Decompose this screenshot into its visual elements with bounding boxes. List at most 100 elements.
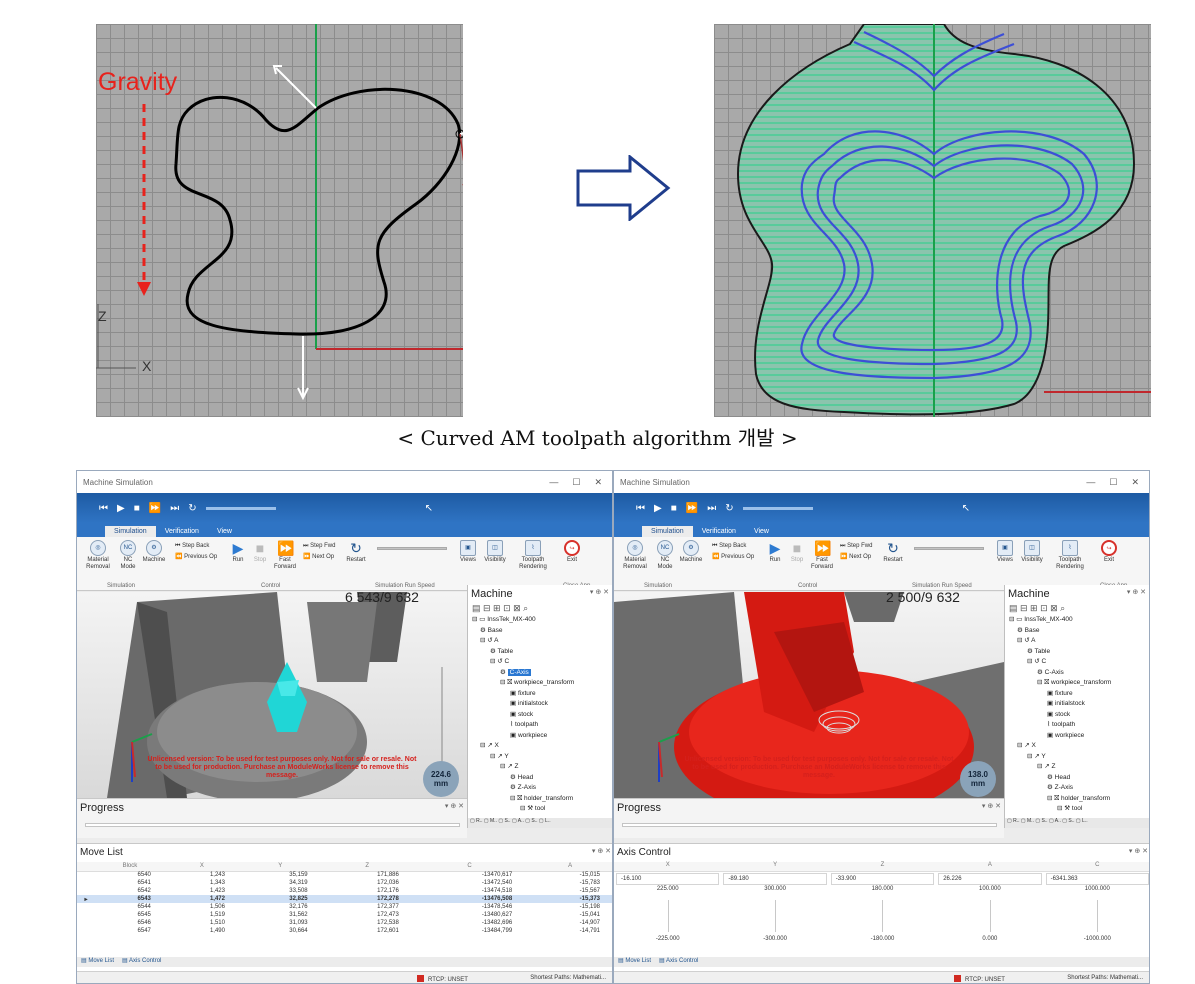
- table-row[interactable]: 6545 1,519 31,562 172,473 -13480,627 -15,041: [77, 911, 612, 919]
- tree-node[interactable]: ⊟ ↗ X: [472, 741, 612, 752]
- previous-op-button[interactable]: ⏪ Previous Op: [175, 553, 217, 560]
- progress-panel-menu-icon[interactable]: ▾ ⊕ ✕: [445, 802, 464, 814]
- tab-move-list[interactable]: ▤ Move List: [81, 957, 114, 967]
- toolpath-rendering-button[interactable]: ⌇ Toolpath Rendering: [1048, 540, 1092, 571]
- machine-button[interactable]: ⚙ Machine: [141, 540, 167, 564]
- tab-verification[interactable]: Verification: [156, 526, 208, 537]
- tree-node[interactable]: ⚙ Z-Axis: [472, 783, 612, 794]
- restart-icon[interactable]: ↻: [725, 503, 733, 514]
- axis-slider[interactable]: [614, 896, 721, 936]
- tree-node[interactable]: ⊟ ⛝ workpiece_transform: [472, 678, 612, 689]
- tree-node[interactable]: ⚙ Table: [1009, 647, 1149, 658]
- next-op-button[interactable]: ⏩ Next Op: [840, 553, 871, 560]
- axis-slider[interactable]: [829, 896, 936, 936]
- tree-node[interactable]: ▣ workpiece: [472, 731, 612, 742]
- tree-node[interactable]: ⊟ ↗ Z: [472, 762, 612, 773]
- machine-panel-tabs[interactable]: ▢ R.. ▢ M.. ▢ S.. ▢ A.. ▢ S.. ▢ L..: [468, 818, 612, 828]
- tree-node[interactable]: ⊟ ↺ A: [1009, 636, 1149, 647]
- table-row[interactable]: 6540 1,243 35,159 171,886 -13470,617 -15,015: [77, 871, 612, 879]
- axis-slider[interactable]: [1044, 896, 1149, 936]
- run-button[interactable]: ▶ Run: [229, 540, 247, 564]
- tree-node[interactable]: ⚙ Base: [1009, 626, 1149, 637]
- tree-node[interactable]: ⌇ toolpath: [1009, 720, 1149, 731]
- tree-node[interactable]: ⊟ ↗ X: [1009, 741, 1149, 752]
- tree-node[interactable]: ▣ fixture: [472, 689, 612, 700]
- restart-icon[interactable]: ↻: [188, 503, 196, 514]
- table-row[interactable]: 6546 1,510 31,093 172,538 -13482,696 -14,907: [77, 919, 612, 927]
- tab-axis-control[interactable]: ▤ Axis Control: [659, 957, 698, 967]
- progress-panel-menu-icon[interactable]: ▾ ⊕ ✕: [982, 802, 1001, 814]
- visibility-button[interactable]: ◫ Visibility: [481, 540, 509, 564]
- column-header[interactable]: C: [412, 862, 527, 872]
- speed-slider[interactable]: [205, 506, 276, 510]
- tree-node[interactable]: ▣ initialstock: [1009, 699, 1149, 710]
- panel-pin-icon[interactable]: ▾ ⊕ ✕: [1127, 588, 1146, 600]
- stop-icon[interactable]: ■: [134, 503, 140, 514]
- move-list-table[interactable]: Block X Y Z C A 6540 1,243 35,159 171,886 -1…: [77, 862, 612, 935]
- tree-node[interactable]: ▣ stock: [472, 710, 612, 721]
- table-row[interactable]: 6541 1,343 34,319 172,036 -13472,540 -15,783: [77, 879, 612, 887]
- restart-button[interactable]: ↻ Restart: [345, 540, 367, 564]
- tree-toolbar[interactable]: ▤ ⊟ ⊞ ⊡ ⊠ ⌕: [468, 603, 612, 615]
- run-speed-slider[interactable]: [914, 547, 984, 550]
- speed-slider[interactable]: [742, 506, 813, 510]
- column-header[interactable]: Block: [95, 862, 165, 872]
- skip-back-icon[interactable]: ⏮: [99, 503, 108, 514]
- column-header[interactable]: A: [526, 862, 612, 872]
- exit-button[interactable]: ↪ Exit: [1098, 540, 1120, 564]
- tree-node[interactable]: ▣ workpiece: [1009, 731, 1149, 742]
- tab-verification[interactable]: Verification: [693, 526, 745, 537]
- step-fwd-button[interactable]: ⏭ Step Fwd: [840, 543, 872, 550]
- tab-view[interactable]: View: [745, 526, 778, 537]
- tab-simulation[interactable]: Simulation: [105, 526, 156, 537]
- machine-panel-tabs[interactable]: ▢ R.. ▢ M.. ▢ S.. ▢ A.. ▢ S.. ▢ L..: [1005, 818, 1149, 828]
- tree-toolbar[interactable]: ▤ ⊟ ⊞ ⊡ ⊠ ⌕: [1005, 603, 1149, 615]
- step-fwd-button[interactable]: ⏭ Step Fwd: [303, 543, 335, 550]
- axis-value-field[interactable]: -16.100: [616, 873, 720, 885]
- skip-back-icon[interactable]: ⏮: [636, 503, 645, 514]
- axis-control-menu-icon[interactable]: ▾ ⊕ ✕: [1129, 847, 1148, 859]
- exit-button[interactable]: ↪ Exit: [561, 540, 583, 564]
- maximize-button[interactable]: ☐: [1109, 477, 1117, 488]
- machine-tree[interactable]: ⊟ ▭ InssTek_MX-400 ⚙ Base ⊟ ↺ A ⚙ Table …: [468, 615, 612, 815]
- views-button[interactable]: ▣ Views: [994, 540, 1016, 564]
- close-button[interactable]: ✕: [1131, 477, 1139, 488]
- table-row[interactable]: 6544 1,506 32,176 172,377 -13478,546 -15,198: [77, 903, 612, 911]
- skip-forward-icon[interactable]: ⏭: [170, 503, 179, 514]
- axis-value-field[interactable]: 26.226: [938, 873, 1042, 885]
- column-header[interactable]: X: [164, 862, 239, 872]
- stop-button[interactable]: ■ Stop: [251, 540, 269, 564]
- restart-button[interactable]: ↻ Restart: [882, 540, 904, 564]
- nc-mode-button[interactable]: NC NC Mode: [654, 540, 676, 571]
- tree-node[interactable]: ⌇ toolpath: [472, 720, 612, 731]
- tree-node[interactable]: ⚙ Table: [472, 647, 612, 658]
- stop-icon[interactable]: ■: [671, 503, 677, 514]
- tree-node[interactable]: ⊟ ▭ InssTek_MX-400: [472, 615, 612, 626]
- tree-node[interactable]: ⚙ C-Axis: [1009, 668, 1149, 679]
- previous-op-button[interactable]: ⏪ Previous Op: [712, 553, 754, 560]
- axis-value-field[interactable]: -6341.363: [1045, 873, 1149, 885]
- axis-slider[interactable]: [721, 896, 828, 936]
- column-header[interactable]: Z: [321, 862, 413, 872]
- tree-node[interactable]: ⊟ ↗ Z: [1009, 762, 1149, 773]
- tree-node[interactable]: ⊟ ↺ C: [1009, 657, 1149, 668]
- step-back-button[interactable]: ⏮ Step Back: [712, 543, 746, 550]
- visibility-button[interactable]: ◫ Visibility: [1018, 540, 1046, 564]
- machine-tree[interactable]: ⊟ ▭ InssTek_MX-400 ⚙ Base ⊟ ↺ A ⚙ Table …: [1005, 615, 1149, 815]
- fast-forward-icon[interactable]: ⏩: [686, 503, 698, 514]
- tree-node[interactable]: ⊟ ⛝ holder_transform: [1009, 794, 1149, 805]
- toolpath-rendering-button[interactable]: ⌇ Toolpath Rendering: [511, 540, 555, 571]
- fast-forward-button[interactable]: ⏩ Fast Forward: [810, 540, 834, 571]
- views-button[interactable]: ▣ Views: [457, 540, 479, 564]
- table-row[interactable]: 6542 1,423 33,508 172,176 -13474,518 -15,567: [77, 887, 612, 895]
- run-button[interactable]: ▶ Run: [766, 540, 784, 564]
- material-removal-button[interactable]: ◎ Material Removal: [81, 540, 115, 571]
- pointer-icon[interactable]: ↖: [962, 503, 970, 514]
- tab-view[interactable]: View: [208, 526, 241, 537]
- tree-node[interactable]: ▣ fixture: [1009, 689, 1149, 700]
- play-icon[interactable]: ▶: [117, 503, 125, 514]
- tree-node[interactable]: ⚙ Base: [472, 626, 612, 637]
- run-speed-slider[interactable]: [377, 547, 447, 550]
- axis-value-field[interactable]: -33.900: [830, 873, 935, 885]
- tree-node[interactable]: ⊟ ↗ Y: [472, 752, 612, 763]
